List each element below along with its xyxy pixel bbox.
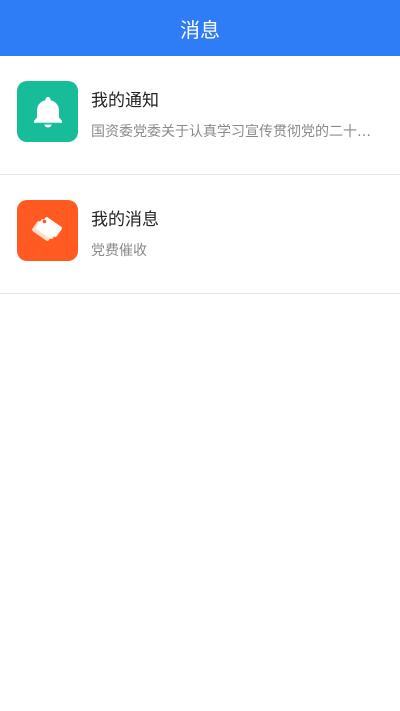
messages-screen: 消息 我的通知 国资委党委关于认真学习宣传贯彻党的二十大精神的通知 [0,0,400,711]
message-title: 我的消息 [91,210,159,230]
notice-title: 我的通知 [91,91,159,111]
list-item-my-notice[interactable]: 我的通知 国资委党委关于认真学习宣传贯彻党的二十大精神的通知 [0,56,400,175]
bell-icon [33,96,62,127]
notice-preview: 国资委党委关于认真学习宣传贯彻党的二十大精神的通知 [91,124,382,140]
message-list: 我的通知 国资委党委关于认真学习宣传贯彻党的二十大精神的通知 我的消息 党费催收 [0,56,400,294]
message-icon-tile [17,200,78,261]
message-texts: 我的消息 党费催收 [91,210,382,260]
top-header: 消息 [0,0,400,56]
notice-texts: 我的通知 国资委党委关于认真学习宣传贯彻党的二十大精神的通知 [91,91,382,141]
message-preview: 党费催收 [91,243,147,259]
page-title: 消息 [180,17,220,42]
list-item-my-message[interactable]: 我的消息 党费催收 [0,175,400,294]
tags-icon [31,216,62,241]
notice-icon-tile [17,81,78,142]
